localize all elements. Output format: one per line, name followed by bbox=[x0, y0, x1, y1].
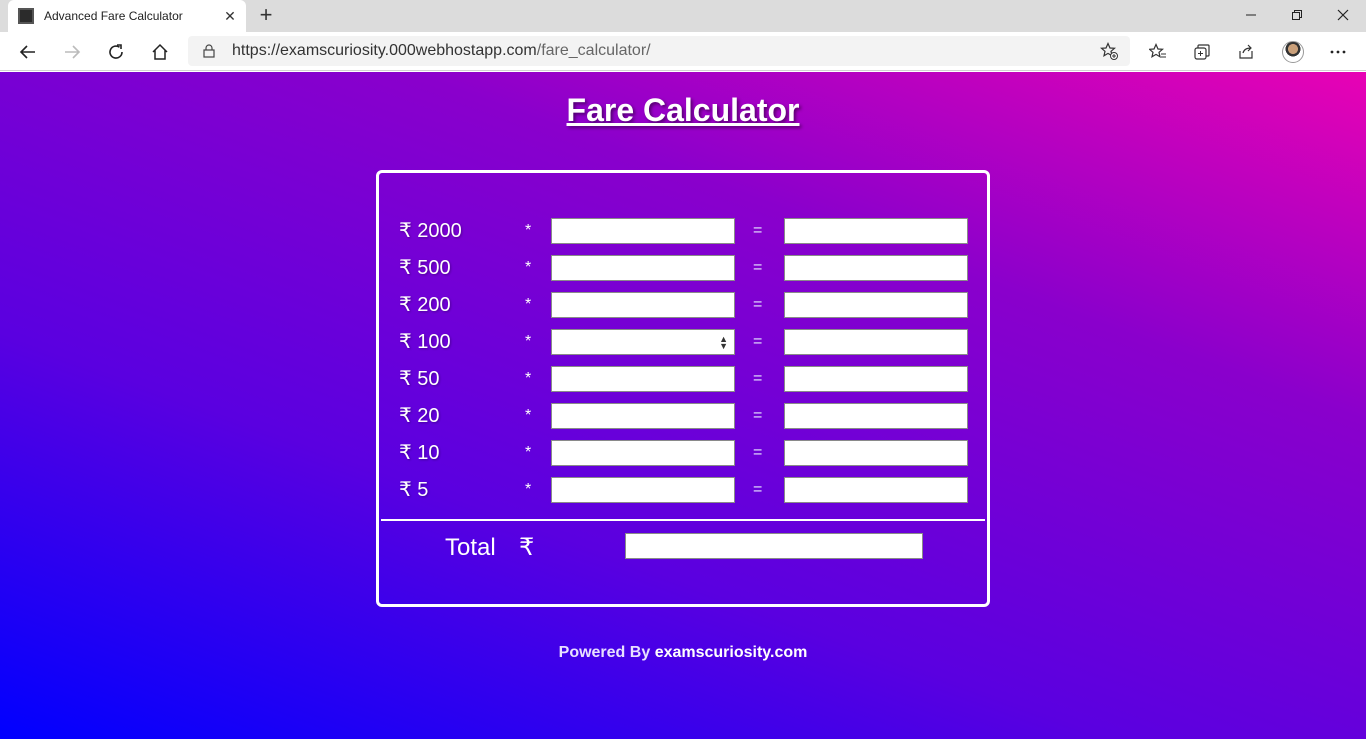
quantity-input[interactable] bbox=[551, 292, 735, 318]
fare-row: ₹ 10 * = bbox=[379, 440, 987, 466]
url-path: /fare_calculator/ bbox=[536, 42, 651, 59]
quantity-input[interactable] bbox=[551, 403, 735, 429]
page-title: Fare Calculator bbox=[566, 92, 800, 128]
fare-row: ₹ 500 * = bbox=[379, 255, 987, 281]
number-spinner-icon[interactable]: ▲ ▼ bbox=[719, 335, 728, 351]
denomination-label: ₹ 200 bbox=[399, 294, 451, 316]
total-divider bbox=[381, 519, 985, 521]
refresh-icon[interactable] bbox=[102, 38, 130, 66]
share-icon[interactable] bbox=[1232, 38, 1260, 66]
fare-row: ₹ 100 * ▲ ▼ = bbox=[379, 329, 987, 355]
quantity-number-input[interactable]: ▲ ▼ bbox=[551, 329, 735, 355]
site-favicon-icon bbox=[18, 8, 34, 24]
powered-by-prefix: Powered By bbox=[558, 644, 651, 661]
fare-row: ₹ 200 * = bbox=[379, 292, 987, 318]
amount-output[interactable] bbox=[784, 403, 968, 429]
denomination-label: ₹ 100 bbox=[399, 331, 451, 353]
close-tab-icon[interactable]: ✕ bbox=[222, 8, 238, 25]
browser-toolbar: https://examscuriosity.000webhostapp.com… bbox=[0, 32, 1366, 71]
tab-title: Advanced Fare Calculator bbox=[44, 9, 183, 23]
quantity-input[interactable] bbox=[551, 440, 735, 466]
page-content: Fare Calculator ₹ 2000 * = ₹ 500 * = ₹ 2… bbox=[0, 72, 1366, 739]
quantity-input[interactable] bbox=[551, 218, 735, 244]
denomination-label: ₹ 2000 bbox=[399, 220, 462, 242]
amount-output[interactable] bbox=[784, 329, 968, 355]
restore-icon[interactable] bbox=[1274, 0, 1320, 30]
add-favorite-icon[interactable] bbox=[1099, 42, 1118, 65]
equals-sign: = bbox=[753, 259, 763, 276]
multiply-sign: * bbox=[525, 333, 532, 350]
denomination-label: ₹ 50 bbox=[399, 368, 440, 390]
equals-sign: = bbox=[753, 370, 763, 387]
powered-by-site-link[interactable]: examscuriosity.com bbox=[655, 644, 808, 661]
multiply-sign: * bbox=[525, 222, 532, 239]
favorites-icon[interactable] bbox=[1144, 38, 1172, 66]
equals-sign: = bbox=[753, 222, 763, 239]
total-currency-symbol: ₹ bbox=[519, 534, 535, 561]
powered-by-footer: Powered By examscuriosity.com bbox=[0, 644, 1366, 662]
amount-output[interactable] bbox=[784, 366, 968, 392]
multiply-sign: * bbox=[525, 481, 532, 498]
denomination-label: ₹ 20 bbox=[399, 405, 440, 427]
profile-avatar[interactable] bbox=[1282, 41, 1304, 63]
home-icon[interactable] bbox=[146, 38, 174, 66]
browser-tab[interactable]: Advanced Fare Calculator ✕ bbox=[8, 0, 246, 32]
equals-sign: = bbox=[753, 407, 763, 424]
denomination-label: ₹ 500 bbox=[399, 257, 451, 279]
multiply-sign: * bbox=[525, 296, 532, 313]
url-text[interactable]: https://examscuriosity.000webhostapp.com… bbox=[232, 42, 651, 60]
calculator-card: ₹ 2000 * = ₹ 500 * = ₹ 200 * = ₹ 100 * ▲… bbox=[376, 170, 990, 607]
quantity-input[interactable] bbox=[551, 477, 735, 503]
forward-arrow-icon[interactable] bbox=[58, 38, 86, 66]
multiply-sign: * bbox=[525, 370, 532, 387]
total-label: Total bbox=[445, 534, 496, 561]
denomination-label: ₹ 5 bbox=[399, 479, 429, 501]
quantity-input[interactable] bbox=[551, 366, 735, 392]
quantity-input[interactable] bbox=[551, 255, 735, 281]
total-output[interactable] bbox=[625, 533, 923, 559]
multiply-sign: * bbox=[525, 407, 532, 424]
denomination-label: ₹ 10 bbox=[399, 442, 440, 464]
equals-sign: = bbox=[753, 444, 763, 461]
amount-output[interactable] bbox=[784, 477, 968, 503]
lock-icon[interactable] bbox=[202, 44, 216, 63]
amount-output[interactable] bbox=[784, 255, 968, 281]
fare-row: ₹ 50 * = bbox=[379, 366, 987, 392]
url-host: https://examscuriosity.000webhostapp.com bbox=[232, 42, 537, 59]
new-tab-icon[interactable]: + bbox=[254, 4, 278, 28]
close-window-icon[interactable] bbox=[1320, 0, 1366, 30]
equals-sign: = bbox=[753, 481, 763, 498]
collections-icon[interactable] bbox=[1188, 38, 1216, 66]
address-bar[interactable]: https://examscuriosity.000webhostapp.com… bbox=[188, 36, 1130, 66]
more-options-icon[interactable] bbox=[1324, 38, 1352, 66]
equals-sign: = bbox=[753, 333, 763, 350]
minimize-icon[interactable] bbox=[1228, 0, 1274, 30]
fare-row: ₹ 2000 * = bbox=[379, 218, 987, 244]
amount-output[interactable] bbox=[784, 292, 968, 318]
multiply-sign: * bbox=[525, 444, 532, 461]
back-arrow-icon[interactable] bbox=[14, 38, 42, 66]
tab-bar: Advanced Fare Calculator ✕ + bbox=[0, 0, 1366, 32]
fare-row: ₹ 20 * = bbox=[379, 403, 987, 429]
amount-output[interactable] bbox=[784, 218, 968, 244]
fare-row: ₹ 5 * = bbox=[379, 477, 987, 503]
amount-output[interactable] bbox=[784, 440, 968, 466]
equals-sign: = bbox=[753, 296, 763, 313]
multiply-sign: * bbox=[525, 259, 532, 276]
